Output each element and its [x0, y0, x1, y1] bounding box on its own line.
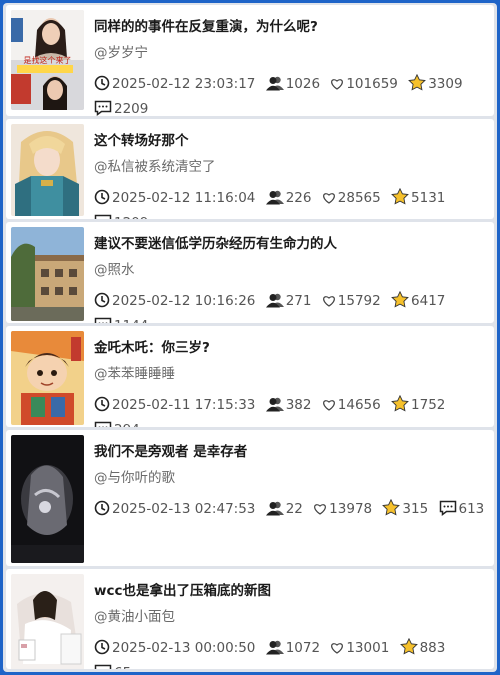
- post-viewers: 1072: [265, 637, 320, 662]
- post-viewers: 226: [265, 187, 311, 212]
- comment-icon: [94, 214, 112, 219]
- post-likes: 13001: [330, 637, 389, 662]
- post-title[interactable]: wcc也是拿出了压箱底的新图: [94, 579, 486, 599]
- people-icon: [265, 500, 284, 523]
- post-author[interactable]: @与你听的歌: [94, 466, 175, 486]
- post-likes: 15792: [322, 290, 381, 315]
- post-card[interactable]: 这个转场好那个 @私信被系统清空了 2025-02-12 11:16:04 22…: [6, 119, 494, 219]
- heart-icon: [313, 501, 327, 523]
- star-icon: [391, 394, 409, 419]
- post-card[interactable]: wcc也是拿出了压箱底的新图 @黄油小面包 2025-02-13 00:00:5…: [6, 569, 494, 669]
- post-stats: 2025-02-11 17:15:33 382 14656 1752 294: [94, 394, 488, 427]
- post-title[interactable]: 我们不是旁观者 是幸存者: [94, 440, 486, 460]
- heart-icon: [322, 293, 336, 315]
- post-favorites: 883: [399, 637, 445, 662]
- post-comments: 1209: [94, 212, 148, 219]
- post-time: 2025-02-12 11:16:04: [94, 187, 255, 212]
- post-title[interactable]: 金吒木吒：你三岁?: [94, 336, 486, 356]
- post-favorites: 315: [382, 498, 428, 523]
- people-icon: [265, 75, 284, 98]
- comment-icon: [94, 100, 112, 116]
- comment-icon: [439, 500, 457, 523]
- clock-icon: [94, 500, 110, 523]
- post-comments: 1144: [94, 315, 148, 323]
- post-favorites: 6417: [391, 290, 445, 315]
- thumbnail-caption: 是找这个来了: [23, 56, 72, 65]
- comment-icon: [94, 664, 112, 669]
- heart-icon: [322, 190, 336, 212]
- post-title[interactable]: 同样的的事件在反复重演，为什么呢?: [94, 15, 486, 35]
- post-card[interactable]: 我们不是旁观者 是幸存者 @与你听的歌 2025-02-13 02:47:53 …: [6, 430, 494, 566]
- post-comments: 294: [94, 419, 140, 427]
- people-icon: [265, 639, 284, 662]
- post-time: 2025-02-12 23:03:17: [94, 73, 255, 98]
- post-thumbnail[interactable]: [11, 227, 84, 321]
- post-time: 2025-02-13 02:47:53: [94, 498, 255, 523]
- post-viewers: 382: [265, 394, 311, 419]
- post-viewers: 1026: [265, 73, 320, 98]
- star-icon: [382, 498, 401, 523]
- post-likes: 28565: [322, 187, 381, 212]
- heart-icon: [330, 640, 344, 662]
- clock-icon: [94, 639, 110, 662]
- post-thumbnail[interactable]: [11, 574, 84, 669]
- post-stats: 2025-02-13 00:00:50 1072 13001 883 65: [94, 637, 488, 669]
- post-stats: 2025-02-12 23:03:17 1026 101659 3309 220…: [94, 73, 488, 116]
- post-card[interactable]: 建议不要迷信低学历杂经历有生命力的人 @照水 2025-02-12 10:16:…: [6, 222, 494, 323]
- post-card[interactable]: 金吒木吒：你三岁? @苯苯睡睡睡 2025-02-11 17:15:33 382…: [6, 326, 494, 427]
- post-stats: 2025-02-12 10:16:26 271 15792 6417 1144: [94, 290, 488, 323]
- people-icon: [265, 292, 284, 315]
- post-likes: 101659: [330, 73, 398, 98]
- post-author[interactable]: @岁岁宁: [94, 41, 148, 61]
- post-author[interactable]: @照水: [94, 258, 135, 278]
- post-viewers: 271: [265, 290, 311, 315]
- post-title[interactable]: 建议不要迷信低学历杂经历有生命力的人: [94, 232, 486, 252]
- clock-icon: [94, 189, 110, 212]
- post-comments: 65: [94, 662, 131, 669]
- post-favorites: 1752: [391, 394, 445, 419]
- post-favorites: 3309: [408, 73, 463, 98]
- heart-icon: [322, 397, 336, 419]
- post-time: 2025-02-13 00:00:50: [94, 637, 255, 662]
- post-time: 2025-02-12 10:16:26: [94, 290, 255, 315]
- clock-icon: [94, 75, 110, 98]
- post-list: 同样的的事件在反复重演，为什么呢? @岁岁宁 2025-02-12 23:03:…: [3, 3, 497, 672]
- post-viewers: 22: [265, 498, 303, 523]
- post-comments: 613: [439, 498, 484, 523]
- post-comments: 2209: [94, 98, 148, 116]
- comment-icon: [94, 421, 112, 427]
- post-likes: 13978: [313, 498, 372, 523]
- star-icon: [391, 187, 409, 212]
- clock-icon: [94, 396, 110, 419]
- clock-icon: [94, 292, 110, 315]
- post-author[interactable]: @黄油小面包: [94, 605, 175, 625]
- post-thumbnail[interactable]: [11, 331, 84, 425]
- post-title[interactable]: 这个转场好那个: [94, 129, 486, 149]
- star-icon: [408, 73, 427, 98]
- post-thumbnail[interactable]: [11, 124, 84, 216]
- people-icon: [265, 189, 284, 212]
- comment-icon: [94, 317, 112, 323]
- star-icon: [399, 637, 418, 662]
- post-favorites: 5131: [391, 187, 445, 212]
- star-icon: [391, 290, 409, 315]
- people-icon: [265, 396, 284, 419]
- post-stats: 2025-02-12 11:16:04 226 28565 5131 1209: [94, 187, 488, 219]
- post-stats: 2025-02-13 02:47:53 22 13978 315 613: [94, 498, 488, 523]
- post-time: 2025-02-11 17:15:33: [94, 394, 255, 419]
- post-likes: 14656: [322, 394, 381, 419]
- post-author[interactable]: @苯苯睡睡睡: [94, 362, 175, 382]
- heart-icon: [330, 76, 344, 98]
- post-thumbnail[interactable]: [11, 435, 84, 563]
- post-author[interactable]: @私信被系统清空了: [94, 155, 216, 175]
